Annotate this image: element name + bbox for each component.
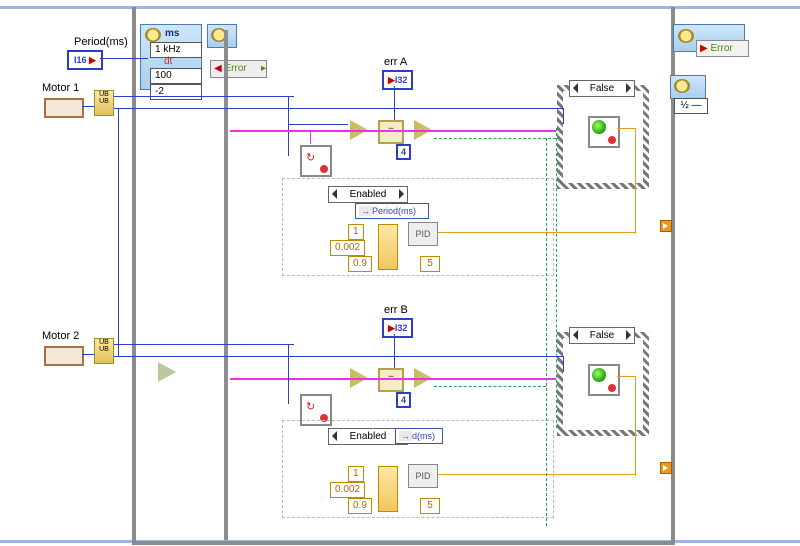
wire-pink-B (230, 378, 556, 380)
equal-B[interactable]: = (378, 368, 404, 392)
const-4-B: 4 (396, 392, 411, 408)
wire (82, 106, 94, 107)
wire (288, 124, 348, 125)
period-datatype: I16 (74, 55, 87, 65)
wire (288, 96, 289, 156)
const-5-A: 5 (420, 256, 440, 272)
Kd-B: 0.9 (348, 498, 372, 514)
iteration-node-header (207, 24, 237, 48)
wire-green-B (434, 386, 546, 387)
wire-green-A-v (556, 128, 557, 428)
motor2-unbundle[interactable]: UBUB (94, 338, 114, 364)
wire (82, 354, 94, 355)
bundle-pid-B[interactable] (378, 466, 398, 512)
Ki-A: 0.002 (330, 240, 365, 256)
motor2-label: Motor 2 (42, 330, 79, 342)
motor1-refnum[interactable] (44, 98, 84, 118)
motor-write-B[interactable] (588, 364, 620, 396)
wire (394, 334, 395, 368)
wire-orange-A-h2 (617, 128, 635, 129)
shift-reg-A[interactable] (660, 220, 672, 232)
timing-freq: 1 kHz (150, 42, 202, 58)
wire (563, 356, 564, 372)
wire-orange-A-v (635, 128, 636, 234)
wire (288, 344, 289, 404)
wire-orange-A (438, 232, 636, 233)
errB-label: err B (384, 304, 408, 316)
wire (114, 96, 294, 97)
const-5-B: 5 (420, 498, 440, 514)
half-tick-indicator-right: ½ — (674, 98, 708, 114)
wire-blue-long (118, 108, 119, 356)
encoder-read-A[interactable]: ↻ (300, 145, 332, 177)
errB-terminal[interactable]: ▶I32 (382, 318, 413, 338)
wire (394, 86, 395, 120)
errA-terminal[interactable]: ▶I32 (382, 70, 413, 90)
right-feedback-node (670, 75, 706, 99)
motor1-label: Motor 1 (42, 82, 79, 94)
pid-node-A[interactable]: PID (408, 222, 438, 246)
wire (563, 108, 564, 124)
wire-orange-B-h2 (617, 376, 635, 377)
Kp-A: 1 (348, 224, 364, 240)
pid-node-B[interactable]: PID (408, 464, 438, 488)
period-label: Period(ms) (74, 36, 128, 48)
wire (114, 356, 564, 357)
Kp-B: 1 (348, 466, 364, 482)
wire (114, 108, 564, 109)
offset-value: -2 (150, 84, 202, 100)
case-selector-B[interactable]: False (569, 327, 635, 344)
motor1-unbundle[interactable]: UBUB (94, 90, 114, 116)
timing-unit: ms (165, 28, 179, 39)
bundle-pid-A[interactable] (378, 224, 398, 270)
Ki-B: 0.002 (330, 482, 365, 498)
wire-green-long-v (546, 138, 547, 526)
wire (100, 58, 148, 59)
motor2-refnum[interactable] (44, 346, 84, 366)
const-4-A: 4 (396, 144, 411, 160)
motor-write-A[interactable] (588, 116, 620, 148)
equal-A[interactable]: = (378, 120, 404, 144)
error-in-terminal[interactable]: ◀ Error ▸ (210, 60, 267, 78)
inner-divider (224, 30, 228, 540)
feedback-node-left[interactable] (158, 362, 176, 382)
wire-orange-B (438, 474, 636, 475)
wire-pink-A (230, 130, 556, 132)
case-selector-A[interactable]: False (569, 80, 635, 97)
dt-label: dt (164, 56, 172, 67)
wire-pink-A-v (310, 132, 311, 144)
Kd-A: 0.9 (348, 256, 372, 272)
wire-orange-B-v (635, 376, 636, 476)
period-control[interactable]: I16 ▶ (67, 50, 103, 70)
errA-label: err A (384, 56, 407, 68)
dt-value[interactable]: 100 (150, 68, 202, 84)
wire (114, 344, 294, 345)
error-out-terminal[interactable]: ▶ Error (696, 40, 749, 57)
shift-reg-B[interactable] (660, 462, 672, 474)
wire-green-A (434, 138, 556, 139)
